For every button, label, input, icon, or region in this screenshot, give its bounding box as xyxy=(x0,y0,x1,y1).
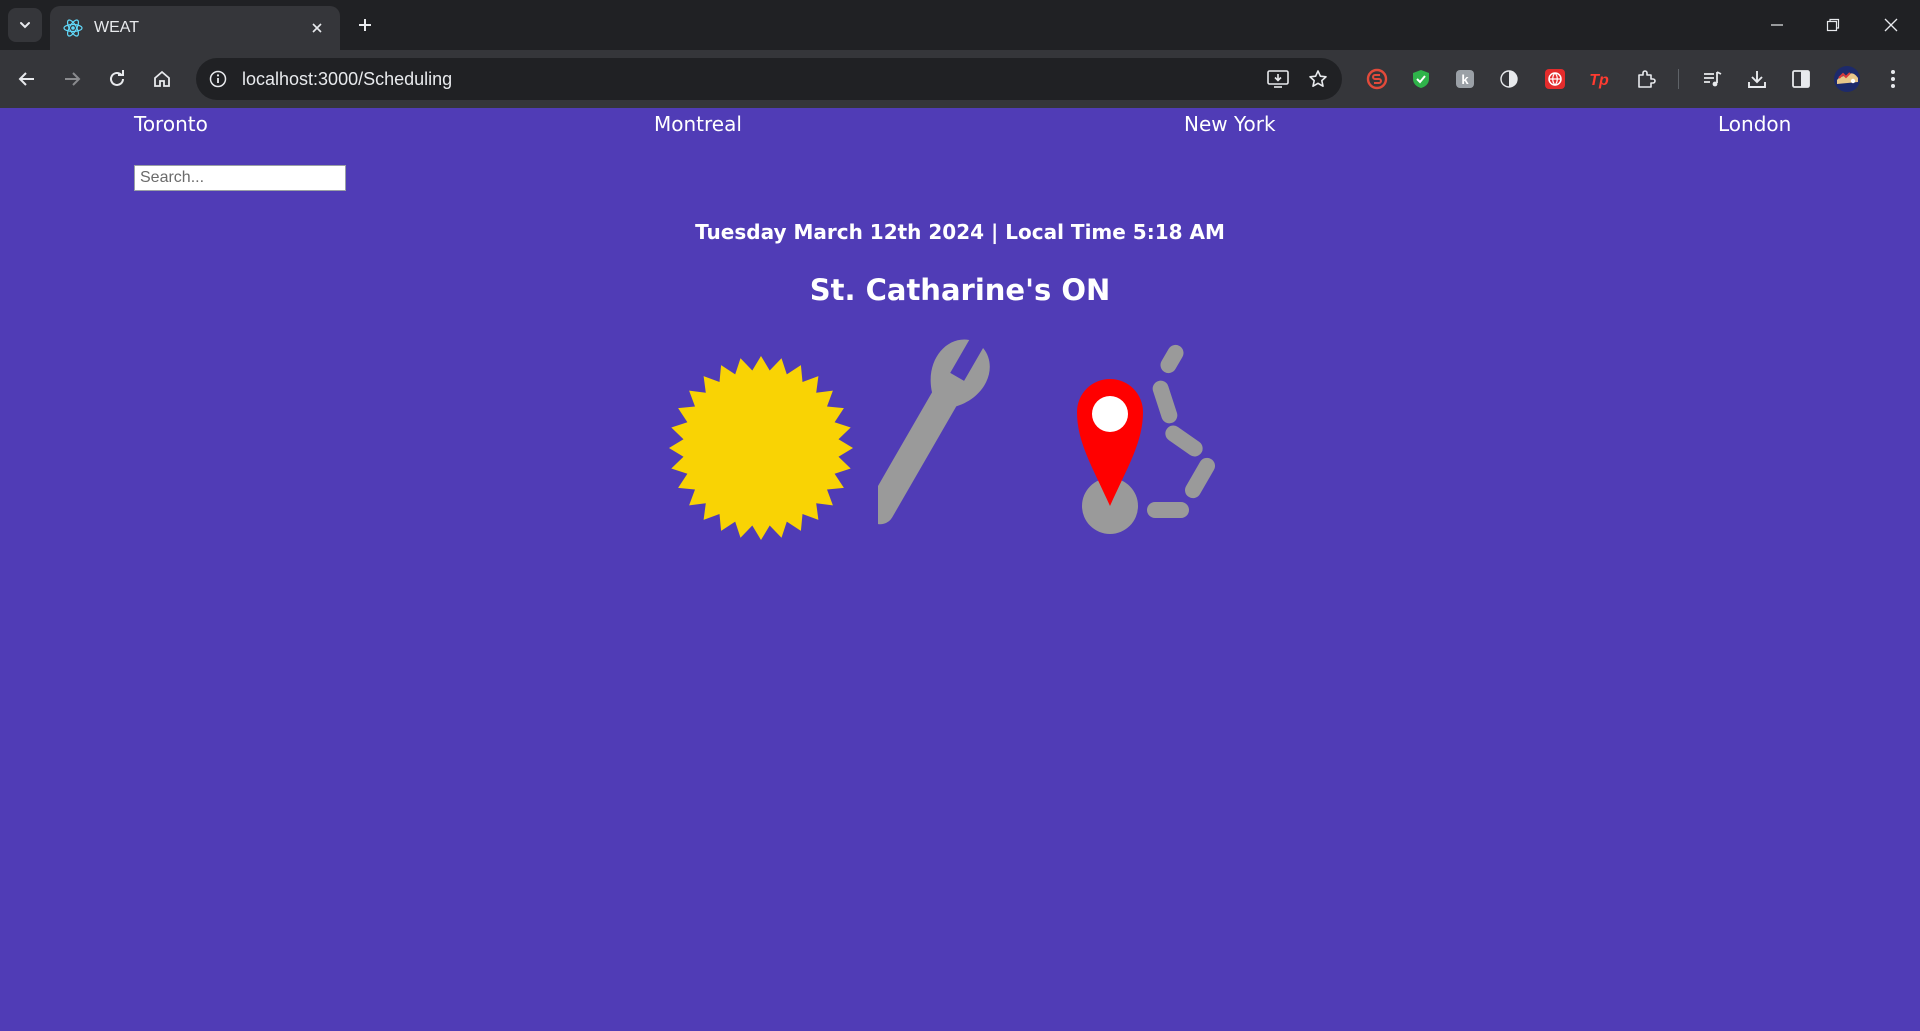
install-app-icon[interactable] xyxy=(1262,63,1294,95)
browser-tab-bar: WEAT xyxy=(0,0,1920,50)
extension-tp-icon[interactable]: Tp xyxy=(1584,64,1614,94)
address-bar[interactable]: localhost:3000/Scheduling xyxy=(196,58,1342,100)
location-pin-icon xyxy=(1077,344,1215,534)
city-link-montreal[interactable]: Montreal xyxy=(654,112,742,136)
react-icon xyxy=(62,17,84,39)
location-title: St. Catharine's ON xyxy=(809,273,1111,307)
weather-icons-row xyxy=(0,332,1920,542)
svg-text:k: k xyxy=(1461,72,1469,87)
side-panel-icon[interactable] xyxy=(1786,64,1816,94)
svg-text:Tp: Tp xyxy=(1589,72,1609,89)
minimize-icon[interactable] xyxy=(1762,10,1792,40)
profile-avatar[interactable] xyxy=(1832,64,1862,94)
city-link-london[interactable]: London xyxy=(1718,112,1791,136)
toolbar-separator xyxy=(1678,69,1679,89)
extensions-icon[interactable] xyxy=(1631,64,1661,94)
restore-icon[interactable] xyxy=(1818,10,1848,40)
sun-icon xyxy=(669,356,853,540)
info-icon[interactable] xyxy=(204,65,232,93)
plus-icon[interactable] xyxy=(352,12,378,38)
wrench-icon xyxy=(878,339,990,525)
extension-k-icon[interactable]: k xyxy=(1450,64,1480,94)
home-icon[interactable] xyxy=(146,63,178,95)
media-icon[interactable] xyxy=(1697,64,1727,94)
close-icon[interactable] xyxy=(306,17,328,39)
reload-icon[interactable] xyxy=(101,63,133,95)
extension-shield-icon[interactable] xyxy=(1406,64,1436,94)
extension-red-globe-icon[interactable] xyxy=(1540,64,1570,94)
extension-s-icon[interactable] xyxy=(1362,64,1392,94)
browser-toolbar: localhost:3000/Scheduling k Tp xyxy=(0,50,1920,108)
city-link-toronto[interactable]: Toronto xyxy=(134,112,208,136)
star-icon[interactable] xyxy=(1302,63,1334,95)
download-icon[interactable] xyxy=(1742,64,1772,94)
tab-list-button[interactable] xyxy=(8,8,42,42)
back-icon[interactable] xyxy=(11,63,43,95)
forward-icon[interactable] xyxy=(56,63,88,95)
tab-title: WEAT xyxy=(94,19,140,36)
city-link-new-york[interactable]: New York xyxy=(1184,112,1276,136)
browser-tab[interactable]: WEAT xyxy=(50,6,340,50)
extension-contrast-icon[interactable] xyxy=(1494,64,1524,94)
close-window-icon[interactable] xyxy=(1876,10,1906,40)
menu-icon[interactable] xyxy=(1878,64,1908,94)
city-nav: Toronto Montreal New York London xyxy=(0,112,1920,140)
date-time-text: Tuesday March 12th 2024 | Local Time 5:1… xyxy=(695,220,1225,244)
chevron-down-icon xyxy=(20,22,30,29)
search-input[interactable] xyxy=(134,165,346,191)
url-text[interactable]: localhost:3000/Scheduling xyxy=(242,69,1262,90)
